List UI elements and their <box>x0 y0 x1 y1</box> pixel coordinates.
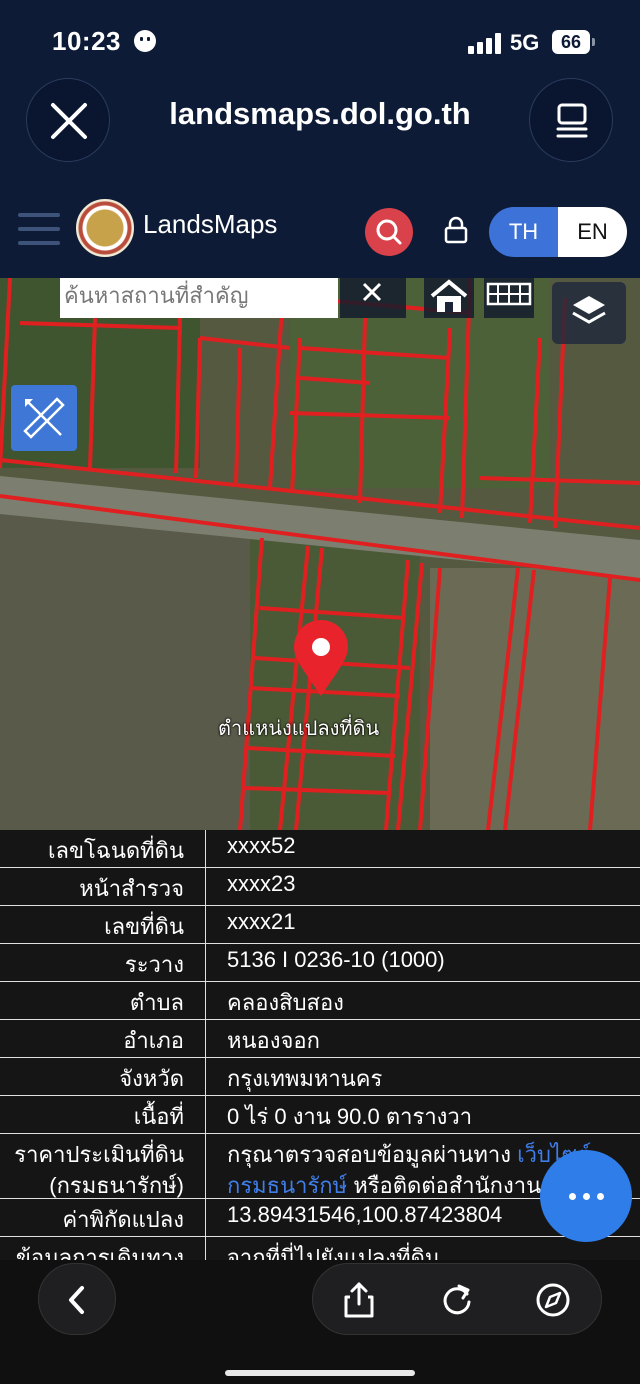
row-value: คลองสิบสอง <box>227 990 344 1015</box>
row-key: หน้าสำรวจ <box>79 876 184 901</box>
browser-top-bar: 10:23 5G 66 landsmaps.dol.go.th <box>0 0 640 190</box>
layers-button[interactable] <box>552 282 626 344</box>
pin-label: ตำแหน่งแปลงที่ดิน <box>218 718 380 740</box>
row-value: xxxx21 <box>227 909 296 934</box>
info-row: หน้าสำรวจ xxxx23 <box>0 868 640 906</box>
brand-title: LandsMaps <box>143 209 278 239</box>
info-row: เนื้อที่ 0 ไร่ 0 งาน 90.0 ตารางวา <box>0 1096 640 1134</box>
home-indicator <box>225 1370 415 1376</box>
lang-th-button[interactable]: TH <box>489 207 558 257</box>
row-value: xxxx52 <box>227 833 296 858</box>
grid-button[interactable] <box>484 278 534 318</box>
chevron-left-icon <box>69 1286 84 1314</box>
layers-icon <box>572 296 606 324</box>
row-value: xxxx23 <box>227 871 296 896</box>
route-link[interactable]: จากที่นี่ไปยังแปลงที่ดิน <box>227 1240 440 1260</box>
grid-icon <box>486 282 532 306</box>
price-value-line-2: กรมธนารักษ์ หรือติดต่อสำนักงาน <box>227 1168 541 1203</box>
clear-search-button[interactable] <box>340 278 406 318</box>
reader-icon <box>556 103 588 138</box>
coord-link[interactable]: 13.89431546,100.87423804 <box>227 1202 502 1228</box>
row-key: เลขโฉนดที่ดิน <box>48 838 184 863</box>
price-key-1: ราคาประเมินที่ดิน <box>14 1142 184 1167</box>
back-button[interactable] <box>38 1263 116 1335</box>
search-icon <box>376 219 402 245</box>
price-value-line-1: กรุณาตรวจสอบข้อมูลผ่านทาง เว็บไซต์ <box>227 1137 591 1172</box>
satellite-parcel-map <box>0 278 640 830</box>
price-text-1: กรุณาตรวจสอบข้อมูลผ่านทาง <box>227 1142 518 1167</box>
lock-icon[interactable] <box>444 216 468 244</box>
row-key: ตำบล <box>129 990 184 1015</box>
price-key-2: (กรมธนารักษ์) <box>49 1173 184 1198</box>
close-icon <box>51 103 87 139</box>
language-toggle: TH EN <box>489 207 627 257</box>
info-row: ระวาง 5136 I 0236-10 (1000) <box>0 944 640 982</box>
status-time: 10:23 <box>52 26 121 56</box>
browser-tools <box>312 1263 602 1335</box>
route-key: ข้อมูลการเดินทาง <box>15 1245 184 1260</box>
search-button[interactable] <box>365 208 413 256</box>
info-row: เลขที่ดิน xxxx21 <box>0 906 640 944</box>
signal-icon <box>468 32 502 54</box>
home-button[interactable] <box>424 278 474 318</box>
row-value: 5136 I 0236-10 (1000) <box>227 947 445 972</box>
battery-indicator: 66 <box>552 30 590 54</box>
info-row: จังหวัด กรุงเทพมหานคร <box>0 1058 640 1096</box>
info-row: ตำบล คลองสิบสอง <box>0 982 640 1020</box>
hamburger-icon[interactable] <box>18 213 60 245</box>
reader-mode-button[interactable] <box>529 78 613 162</box>
more-options-button[interactable] <box>540 1150 632 1242</box>
row-key: อำเภอ <box>123 1028 184 1053</box>
ruler-pencil-icon <box>23 397 65 439</box>
row-value: กรุงเทพมหานคร <box>227 1066 383 1091</box>
info-row: อำเภอ หนองจอก <box>0 1020 640 1058</box>
home-icon <box>430 279 468 312</box>
price-text-2: หรือติดต่อสำนักงาน <box>347 1173 542 1198</box>
lang-en-button[interactable]: EN <box>558 207 627 257</box>
coord-key: ค่าพิกัดแปลง <box>62 1207 184 1232</box>
close-icon <box>362 282 382 302</box>
row-key: จังหวัด <box>119 1066 184 1091</box>
network-type: 5G <box>510 30 540 55</box>
focus-mode-icon <box>134 30 156 52</box>
measure-tool-button[interactable] <box>11 385 77 451</box>
place-search-input[interactable]: ค้นหาสถานที่สำคัญ <box>60 278 338 318</box>
row-value: 0 ไร่ 0 งาน 90.0 ตารางวา <box>227 1104 473 1129</box>
row-key: ระวาง <box>124 952 184 977</box>
share-icon[interactable] <box>341 1280 377 1320</box>
compass-icon[interactable] <box>535 1282 571 1318</box>
location-pin-icon[interactable] <box>292 620 350 698</box>
department-logo <box>76 199 134 257</box>
url-display[interactable]: landsmaps.dol.go.th <box>140 96 500 132</box>
info-row: เลขโฉนดที่ดิน xxxx52 <box>0 830 640 868</box>
route-row: ข้อมูลการเดินทาง จากที่นี่ไปยังแปลงที่ดิน <box>0 1237 640 1260</box>
reload-icon[interactable] <box>439 1282 475 1318</box>
treasury-dept-link[interactable]: กรมธนารักษ์ <box>227 1173 347 1198</box>
close-tab-button[interactable] <box>26 78 110 162</box>
map-view[interactable] <box>0 278 640 830</box>
row-key: เนื้อที่ <box>133 1104 184 1129</box>
battery-cap <box>592 38 595 46</box>
row-key: เลขที่ดิน <box>104 914 184 939</box>
row-value: หนองจอก <box>227 1028 320 1053</box>
